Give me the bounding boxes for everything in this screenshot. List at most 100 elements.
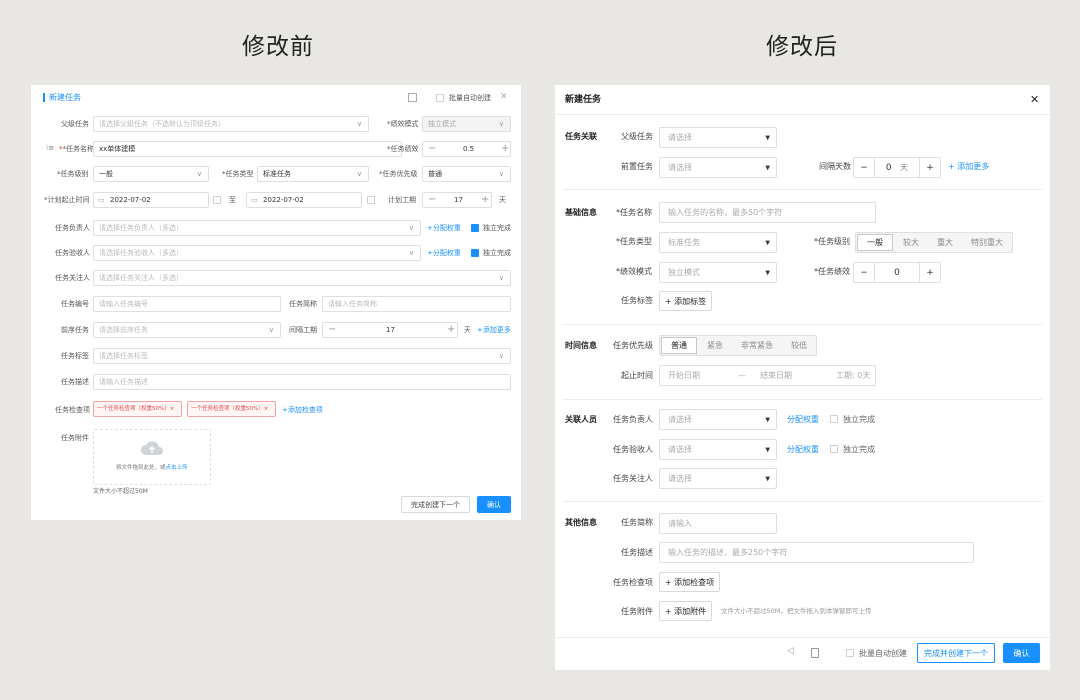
document-icon[interactable] — [408, 93, 417, 102]
check-tag[interactable]: 一个任务检查项（权重50%）× — [93, 401, 182, 417]
priority-select[interactable]: 普通 ∨ — [422, 166, 511, 182]
plus-icon[interactable]: + — [501, 144, 509, 154]
batch-create-checkbox[interactable] — [846, 649, 854, 657]
date-range-input[interactable]: 开始日期 — 结束日期 工期: 0天 — [659, 365, 876, 386]
perf-label: *任务绩效 — [387, 145, 419, 153]
independent-checkbox[interactable] — [830, 445, 838, 453]
attach-label: 任务附件 — [621, 607, 653, 616]
plan-hours-stepper[interactable]: − 17 + — [422, 192, 492, 208]
plan-time-label: *计划起止时间 — [44, 196, 90, 204]
minus-icon[interactable]: − — [328, 325, 336, 335]
end-date-input[interactable]: ▭ 2022-07-02 — [246, 192, 362, 208]
mode-select[interactable]: 独立模式 ▼ — [659, 262, 777, 283]
plus-icon[interactable]: + — [920, 263, 940, 282]
task-name-input[interactable]: xx单体建模 — [93, 141, 402, 157]
independent-checkbox[interactable] — [830, 415, 838, 423]
check-tag[interactable]: 一个任务检查项（权重50%）× — [187, 401, 276, 417]
type-select[interactable]: 标准任务 ▼ — [659, 232, 777, 253]
priority-option[interactable]: 紧急 — [698, 336, 732, 355]
assign-weight-link[interactable]: 分配权重 — [787, 446, 819, 454]
desc-input[interactable]: 输入任务的描述，最多250个字符 — [659, 542, 974, 563]
type-select[interactable]: 标准任务 ∨ — [257, 166, 369, 182]
upload-dropzone[interactable]: 将文件拖到此处，或点击上传 — [93, 429, 211, 485]
section-people: 关联人员 — [565, 415, 597, 424]
add-more-link[interactable]: +添加更多 — [477, 327, 511, 334]
follower-select[interactable]: 请选择 ▼ — [659, 468, 777, 489]
sound-icon[interactable]: ◁ — [787, 647, 794, 656]
divider — [563, 399, 1042, 400]
name-input[interactable]: 输入任务的名称，最多50个字符 — [659, 202, 876, 223]
pre-task-select[interactable]: 请选择前序任务 ∨ — [93, 322, 281, 338]
perf-mode-select[interactable]: 独立模式 ∨ — [422, 116, 511, 132]
follower-label: 任务关注人 — [55, 274, 90, 282]
finish-next-button[interactable]: 完成并创建下一个 — [917, 643, 995, 663]
add-check-link[interactable]: +添加检查项 — [282, 407, 323, 414]
add-check-button[interactable]: + 添加检查项 — [659, 572, 720, 592]
document-icon[interactable] — [811, 648, 819, 658]
checker-select[interactable]: 请选择任务验收人（多选） ∨ — [93, 245, 421, 261]
perf-label: *任务绩效 — [814, 267, 850, 276]
checker-select[interactable]: 请选择 ▼ — [659, 439, 777, 460]
close-icon[interactable]: ✕ — [500, 93, 508, 102]
caption-before: 修改前 — [242, 34, 314, 60]
end-checkbox[interactable] — [367, 196, 375, 204]
parent-task-select[interactable]: 请选择父级任务（不选默认为顶级任务） ∨ — [93, 116, 369, 132]
level-option[interactable]: 重大 — [928, 233, 962, 252]
priority-segmented[interactable]: 普通 紧急 非常紧急 较低 — [659, 335, 817, 356]
level-option[interactable]: 特别重大 — [962, 233, 1012, 252]
level-segmented[interactable]: 一般 较大 重大 特别重大 — [855, 232, 1013, 253]
confirm-button[interactable]: 确认 — [1003, 643, 1040, 663]
minus-icon[interactable]: − — [854, 158, 874, 177]
independent-checkbox[interactable] — [471, 249, 479, 257]
checker-label: 任务验收人 — [55, 249, 90, 257]
independent-checkbox[interactable] — [471, 224, 479, 232]
owner-select[interactable]: 请选择 ▼ — [659, 409, 777, 430]
priority-option[interactable]: 非常紧急 — [732, 336, 782, 355]
level-select[interactable]: 一般 ∨ — [93, 166, 209, 182]
priority-option[interactable]: 普通 — [661, 337, 697, 354]
owner-select[interactable]: 请选择任务负责人（多选） ∨ — [93, 220, 421, 236]
pre-task-select[interactable]: 请选择 ▼ — [659, 157, 777, 178]
attach-note: 文件大小不超过50M，把文件拖入到本弹窗即可上传 — [721, 607, 872, 615]
size-note: 文件大小不超过50M — [93, 488, 148, 495]
plus-icon[interactable]: + — [481, 195, 489, 205]
priority-option[interactable]: 较低 — [782, 336, 816, 355]
gap-stepper[interactable]: − 17 + — [322, 322, 458, 338]
start-date-input[interactable]: ▭ 2022-07-02 — [93, 192, 209, 208]
start-checkbox[interactable] — [213, 196, 221, 204]
perf-stepper[interactable]: − 0.5 + — [422, 141, 511, 157]
add-tag-button[interactable]: + 添加标签 — [659, 291, 712, 311]
finish-next-button[interactable]: 完成创建下一个 — [401, 496, 470, 513]
level-option[interactable]: 一般 — [857, 234, 893, 251]
assign-weight-link[interactable]: +分配权重 — [427, 225, 461, 232]
add-more-link[interactable]: + 添加更多 — [948, 163, 989, 171]
section-time: 时间信息 — [565, 341, 597, 350]
short-input[interactable]: 请输入 — [659, 513, 777, 534]
minus-icon[interactable]: − — [854, 263, 874, 282]
desc-input[interactable]: 请输入任务描述 — [93, 374, 511, 390]
perf-mode-label: *绩效模式 — [387, 120, 419, 128]
code-input[interactable]: 请输入任务编号 — [93, 296, 281, 312]
plus-icon[interactable]: + — [920, 158, 940, 177]
short-input[interactable]: 请输入任务简称 — [322, 296, 511, 312]
pre-task-label: 前序任务 — [61, 326, 89, 334]
divider — [555, 114, 1050, 115]
minus-icon[interactable]: − — [428, 195, 436, 205]
drag-handle-icon[interactable]: ⁝≡ — [46, 145, 54, 152]
tag-select[interactable]: 请选择任务标签 ∨ — [93, 348, 511, 364]
follower-select[interactable]: 请选择任务关注人（多选） ∨ — [93, 270, 511, 286]
assign-weight-link[interactable]: +分配权重 — [427, 250, 461, 257]
confirm-button[interactable]: 确认 — [477, 496, 511, 513]
level-option[interactable]: 较大 — [894, 233, 928, 252]
add-attach-button[interactable]: + 添加附件 — [659, 601, 712, 621]
type-label: *任务类型 — [616, 237, 652, 246]
gap-stepper[interactable]: −0 天 + — [853, 157, 941, 178]
minus-icon[interactable]: − — [428, 144, 436, 154]
divider — [563, 501, 1042, 502]
assign-weight-link[interactable]: 分配权重 — [787, 416, 819, 424]
batch-create-checkbox[interactable] — [436, 94, 444, 102]
parent-task-select[interactable]: 请选择 ▼ — [659, 127, 777, 148]
plus-icon[interactable]: + — [447, 325, 455, 335]
close-icon[interactable]: ✕ — [1030, 94, 1039, 105]
perf-stepper[interactable]: −0 + — [853, 262, 941, 283]
